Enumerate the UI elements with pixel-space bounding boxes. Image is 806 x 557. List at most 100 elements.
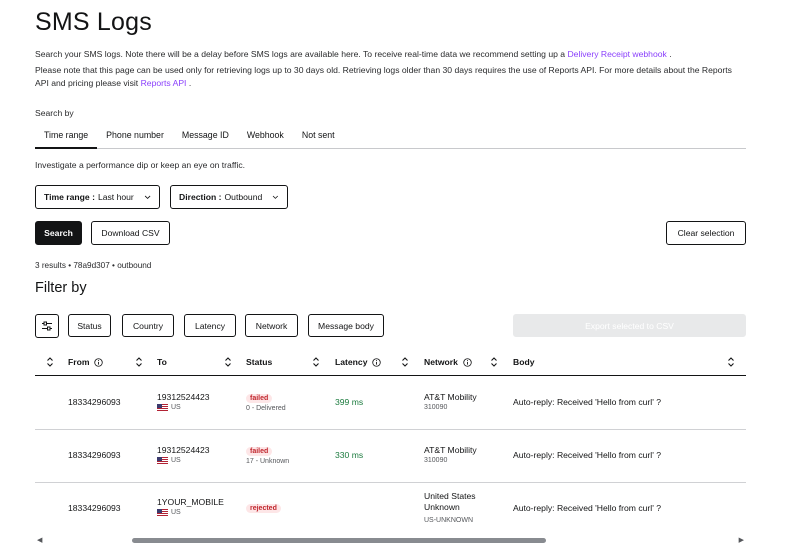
column-network-label: Network	[424, 357, 458, 367]
chevron-down-icon	[272, 195, 279, 199]
table-row[interactable]: 18334296093 1YOUR_MOBILE US rejected Uni…	[35, 483, 746, 536]
row-to-country-code: US	[171, 404, 181, 411]
network-name: AT&T Mobility	[424, 392, 477, 402]
horizontal-scrollbar[interactable]: ◀ ▶	[35, 535, 746, 545]
column-network: Network	[424, 348, 472, 376]
row-latency: 330 ms	[335, 450, 364, 460]
row-to: 19312524423 US	[157, 445, 210, 464]
info-icon[interactable]	[463, 357, 472, 367]
row-to-country: US	[157, 404, 210, 411]
reports-api-link[interactable]: Reports API	[141, 78, 187, 88]
tab-description: Investigate a performance dip or keep an…	[35, 160, 246, 170]
sort-icon[interactable]	[401, 357, 409, 367]
intro-line-1-suffix: .	[666, 49, 672, 59]
scrollbar-thumb[interactable]	[132, 538, 546, 543]
us-flag-icon	[157, 509, 168, 516]
download-csv-button[interactable]: Download CSV	[91, 221, 170, 245]
row-status: rejected	[246, 502, 281, 513]
column-latency: Latency	[335, 348, 382, 376]
status-detail: 17 - Unknown	[246, 458, 290, 465]
scroll-left-icon[interactable]: ◀	[37, 536, 42, 544]
scroll-right-icon[interactable]: ▶	[739, 536, 744, 544]
filter-chip-network[interactable]: Network	[245, 314, 298, 337]
column-from: From	[68, 348, 104, 376]
sort-icon[interactable]	[224, 357, 232, 367]
delivery-receipt-webhook-link[interactable]: Delivery Receipt webhook	[567, 49, 666, 59]
row-to-country-code: US	[171, 457, 181, 464]
row-status: failed 17 - Unknown	[246, 445, 289, 465]
filter-chip-country[interactable]: Country	[122, 314, 174, 337]
row-network: AT&T Mobility 310090	[424, 445, 477, 464]
column-status: Status	[246, 357, 273, 367]
direction-value: Outbound	[224, 192, 263, 202]
intro-line-1-text: Search your SMS logs. Note there will be…	[35, 49, 568, 59]
intro-line-2: Please note that this page can be used o…	[35, 64, 746, 90]
filter-chip-message-body[interactable]: Message body	[308, 314, 384, 337]
time-range-value: Last hour	[97, 192, 134, 202]
tab-webhook[interactable]: Webhook	[238, 124, 293, 149]
intro-text: Search your SMS logs. Note there will be…	[35, 48, 746, 93]
status-badge: failed	[246, 394, 273, 403]
search-button[interactable]: Search	[35, 221, 82, 245]
sort-icon[interactable]	[312, 357, 320, 367]
table-row[interactable]: 18334296093 19312524423 US failed 0 - De…	[35, 377, 746, 430]
us-flag-icon	[157, 404, 168, 411]
row-body: Auto-reply: Received 'Hello from curl' ?	[513, 397, 661, 407]
filter-settings-button[interactable]	[35, 314, 59, 338]
tab-phone-number[interactable]: Phone number	[97, 124, 173, 149]
sort-icon[interactable]	[727, 357, 735, 367]
search-by-label: Search by	[35, 108, 74, 118]
info-icon[interactable]	[94, 357, 104, 367]
status-badge: rejected	[246, 504, 281, 513]
us-flag-icon	[157, 457, 168, 464]
row-from: 18334296093	[68, 450, 121, 460]
row-to-number: 19312524423	[157, 392, 210, 402]
intro-line-2-text: Please note that this page can be used o…	[35, 65, 732, 88]
network-code: 310090	[424, 457, 448, 464]
table-header: From To Status Latency Network Body	[35, 348, 746, 376]
time-range-dropdown[interactable]: Time range : Last hour	[35, 185, 160, 209]
page-title: SMS Logs	[35, 8, 152, 36]
network-code: US-UNKNOWN	[424, 517, 473, 524]
tab-time-range[interactable]: Time range	[35, 124, 98, 149]
info-icon[interactable]	[372, 357, 382, 367]
row-from: 18334296093	[68, 503, 121, 513]
sort-icon[interactable]	[135, 357, 143, 367]
network-name-line2: Unknown	[424, 502, 460, 512]
intro-line-2-suffix: .	[186, 78, 192, 88]
row-to-country: US	[157, 509, 224, 516]
row-to-number: 1YOUR_MOBILE	[157, 497, 224, 507]
row-to: 1YOUR_MOBILE US	[157, 497, 224, 516]
status-badge: failed	[246, 447, 273, 456]
filter-chip-status[interactable]: Status	[68, 314, 111, 337]
row-latency: 399 ms	[335, 397, 364, 407]
time-range-label: Time range :	[44, 192, 95, 202]
network-name: United States	[424, 491, 476, 501]
search-tabs: Time range Phone number Message ID Webho…	[35, 124, 746, 149]
row-to-country-code: US	[171, 509, 181, 516]
row-network: United States Unknown US-UNKNOWN	[424, 491, 476, 526]
sort-icon[interactable]	[490, 357, 498, 367]
column-body: Body	[513, 357, 535, 367]
export-selected-csv-button[interactable]: Export selected to CSV	[513, 314, 746, 337]
status-detail: 0 - Delivered	[246, 405, 286, 412]
filter-title: Filter by	[35, 280, 87, 296]
row-network: AT&T Mobility 310090	[424, 392, 477, 411]
direction-dropdown[interactable]: Direction : Outbound	[170, 185, 288, 209]
sort-icon[interactable]	[46, 357, 54, 367]
filter-chip-latency[interactable]: Latency	[184, 314, 236, 337]
table-row[interactable]: 18334296093 19312524423 US failed 17 - U…	[35, 430, 746, 483]
row-to-country: US	[157, 457, 210, 464]
network-code: 310090	[424, 404, 448, 411]
column-latency-label: Latency	[335, 357, 368, 367]
clear-selection-button[interactable]: Clear selection	[666, 221, 746, 245]
intro-line-1: Search your SMS logs. Note there will be…	[35, 48, 746, 61]
row-from: 18334296093	[68, 397, 121, 407]
row-to-number: 19312524423	[157, 445, 210, 455]
direction-label: Direction :	[179, 192, 222, 202]
row-body: Auto-reply: Received 'Hello from curl' ?	[513, 503, 661, 513]
column-to: To	[157, 357, 167, 367]
row-to: 19312524423 US	[157, 392, 210, 411]
tab-not-sent[interactable]: Not sent	[293, 124, 344, 149]
tab-message-id[interactable]: Message ID	[173, 124, 238, 149]
